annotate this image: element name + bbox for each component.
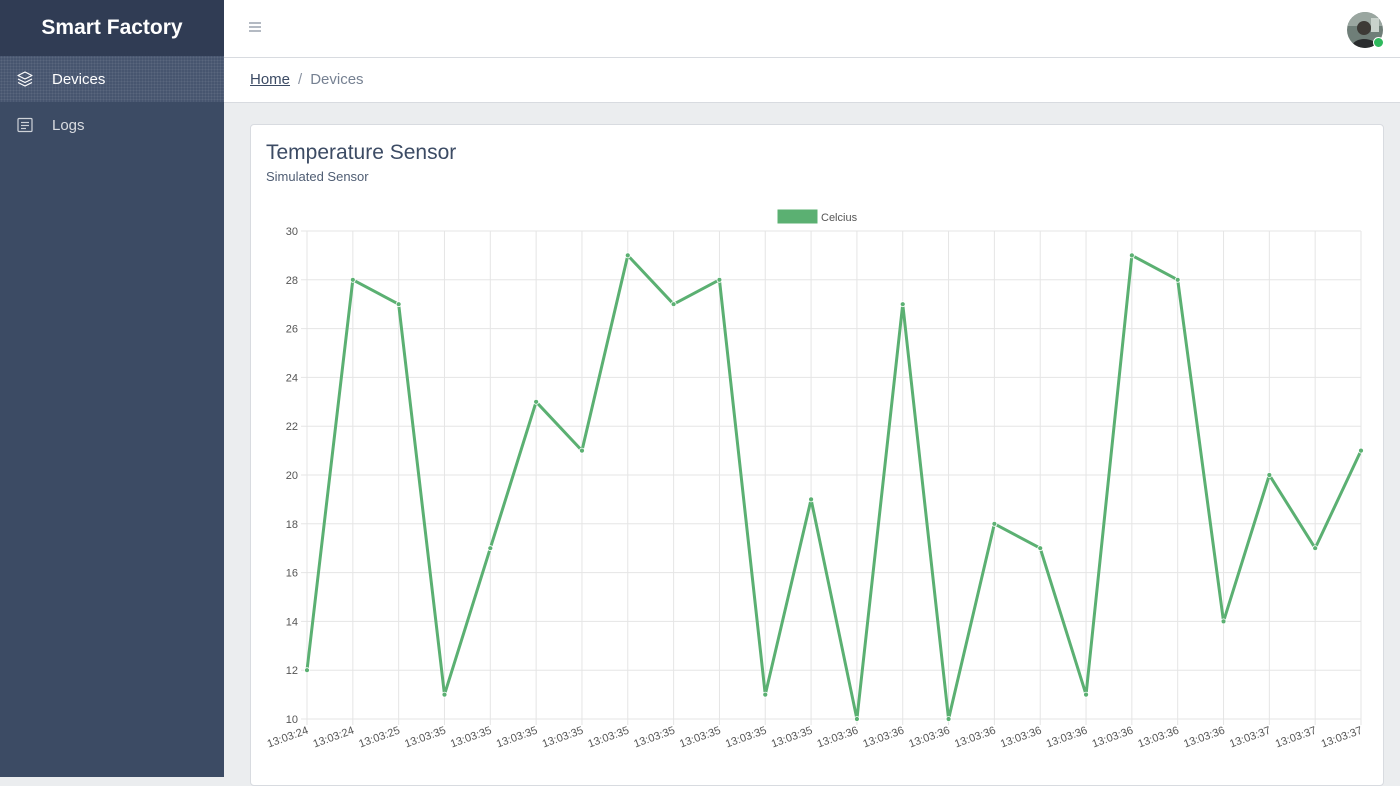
- data-point: [945, 716, 952, 722]
- x-tick-label: 13:03:36: [816, 725, 860, 751]
- data-point: [1312, 545, 1319, 552]
- legend-label: Celcius: [821, 212, 858, 224]
- data-point: [304, 667, 310, 674]
- sidebar-item-label: Devices: [52, 70, 106, 88]
- sidebar-item-label: Logs: [52, 116, 85, 134]
- y-tick-label: 20: [286, 470, 298, 482]
- y-tick-label: 30: [286, 226, 298, 238]
- y-tick-label: 24: [286, 372, 298, 384]
- series-line-celcius: [305, 253, 1363, 721]
- data-point: [1266, 472, 1273, 478]
- x-tick-label: 13:03:36: [907, 725, 951, 751]
- hamburger-icon[interactable]: [248, 20, 262, 34]
- x-tick-label: 13:03:24: [266, 725, 310, 751]
- x-tick-label: 13:03:36: [999, 725, 1043, 751]
- data-point: [1083, 691, 1089, 698]
- x-tick-label: 13:03:35: [770, 725, 814, 751]
- data-point: [441, 691, 448, 698]
- x-tick-label: 13:03:37: [1228, 725, 1272, 751]
- data-point: [1174, 276, 1181, 283]
- x-tick-label: 13:03:37: [1274, 725, 1318, 751]
- data-point: [854, 716, 860, 722]
- data-point: [624, 252, 631, 259]
- temperature-chart: 101214161820222426283013:03:24 13:03:24 13…: [266, 209, 1364, 751]
- x-tick-label: 13:03:36: [861, 725, 905, 751]
- sidebar-item-logs[interactable]: Logs: [0, 102, 224, 148]
- header: [224, 0, 1400, 58]
- x-tick-label: 13:03:24: [312, 725, 356, 751]
- y-tick-label: 22: [286, 421, 298, 433]
- data-point: [716, 276, 723, 283]
- x-tick-label: 13:03:35: [678, 725, 722, 751]
- data-point: [991, 520, 998, 527]
- y-tick-label: 28: [286, 275, 298, 287]
- list-icon: [15, 115, 35, 135]
- y-tick-label: 26: [286, 324, 298, 336]
- data-point: [899, 301, 906, 308]
- breadcrumb-separator: /: [298, 71, 303, 88]
- x-tick-label: 13:03:35: [586, 725, 630, 751]
- x-tick-label: 13:03:36: [1045, 725, 1089, 751]
- x-tick-label: 13:03:35: [724, 725, 768, 751]
- data-point: [670, 301, 677, 308]
- breadcrumb: Home / Devices: [250, 71, 364, 88]
- device-card: Temperature Sensor Simulated Sensor 10 12…: [250, 124, 1384, 786]
- data-point: [762, 691, 769, 698]
- data-point: [1037, 545, 1044, 552]
- y-tick-label: 12: [286, 665, 298, 677]
- data-point: [487, 545, 494, 552]
- data-point: [349, 276, 356, 283]
- y-tick-label: 18: [286, 519, 298, 531]
- data-point: [533, 398, 540, 405]
- status-indicator: [1373, 37, 1384, 48]
- x-tick-label: 13:03:36: [1182, 725, 1226, 751]
- breadcrumb-current: Devices: [310, 71, 364, 88]
- layers-icon: [15, 69, 35, 89]
- y-tick-label: 10: [286, 714, 298, 726]
- data-point: [808, 496, 814, 503]
- x-tick-label: 13:03:35: [495, 725, 539, 751]
- x-tick-label: 13:03:36: [1091, 725, 1135, 751]
- x-tick-label: 13:03:35: [541, 725, 585, 751]
- sidebar-item-devices[interactable]: Devices: [0, 56, 224, 102]
- x-tick-label: 13:03:25: [357, 725, 401, 751]
- x-tick-label: 13:03:35: [403, 725, 447, 751]
- x-tick-label: 13:03:35: [449, 725, 493, 751]
- brand-title[interactable]: Smart Factory: [0, 0, 224, 56]
- data-point: [579, 447, 585, 454]
- x-tick-label: 13:03:36: [1136, 725, 1180, 751]
- x-tick-label: 13:03:37: [1320, 725, 1364, 751]
- data-point: [1128, 252, 1135, 259]
- data-point: [1358, 447, 1364, 454]
- y-tick-label: 14: [286, 616, 298, 628]
- avatar[interactable]: [1347, 12, 1384, 48]
- subheader: Home / Devices: [224, 58, 1400, 103]
- y-tick-label: 16: [286, 568, 298, 580]
- sidebar: Smart Factory Devices Logs: [0, 0, 224, 777]
- data-point: [395, 301, 402, 308]
- legend-swatch: [777, 209, 818, 224]
- x-tick-label: 13:03:36: [953, 725, 997, 751]
- data-point: [1220, 618, 1227, 625]
- breadcrumb-home-link[interactable]: Home: [250, 71, 290, 88]
- x-tick-label: 13:03:35: [632, 725, 676, 751]
